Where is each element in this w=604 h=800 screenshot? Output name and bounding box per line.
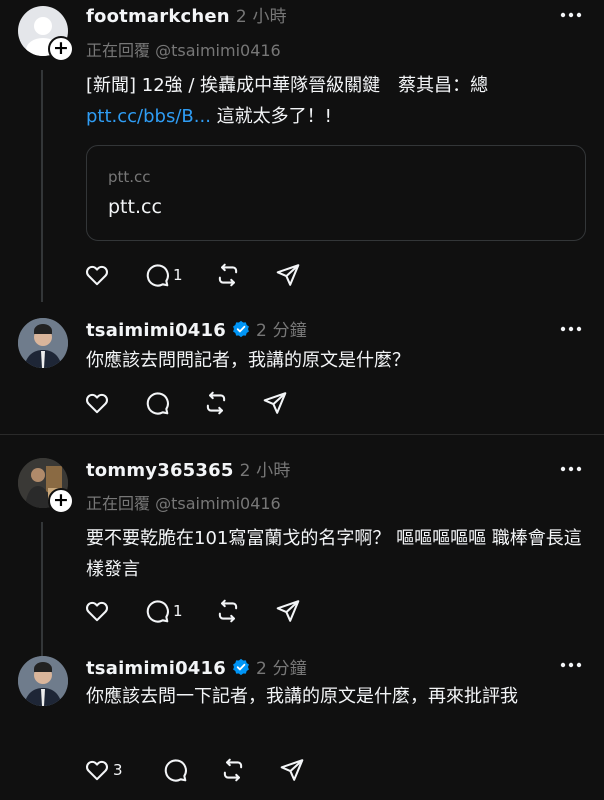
comment-button[interactable]: 1 [144,262,183,288]
repost-button[interactable] [215,262,241,288]
share-icon [276,264,300,286]
heart-icon [86,393,108,414]
post-text: 你應該去問問記者，我講的原文是什麼？ [86,350,410,371]
username[interactable]: tommy365365 2 小時 [86,456,291,481]
share-button[interactable] [275,598,301,624]
comment-button[interactable] [144,390,170,416]
username[interactable]: tsaimimi0416 2 分鐘 [86,654,307,679]
share-button[interactable] [279,757,305,783]
timestamp: 2 小時 [239,461,291,481]
verified-icon [233,658,249,676]
comment-icon [146,600,169,623]
timestamp: 2 小時 [235,7,287,27]
avatar[interactable] [18,656,68,706]
avatar[interactable] [18,318,68,368]
follow-plus-icon[interactable]: + [48,36,74,62]
more-icon[interactable] [560,466,582,472]
username[interactable]: tsaimimi0416 2 分鐘 [86,316,307,341]
thread-line [41,70,43,302]
more-icon[interactable] [560,326,582,332]
share-icon [280,759,304,781]
comment-icon [146,392,169,415]
reply-count: 1 [173,266,183,284]
reply-to-label[interactable]: 正在回覆 @tsaimimi0416 [86,490,281,514]
post-text: 要不要乾脆在101寫富蘭戈的名字啊？ 嘔嘔嘔嘔嘔 職棒會長這樣發言 [86,528,582,580]
heart-icon [86,601,108,622]
repost-icon [206,391,226,415]
repost-button[interactable] [215,598,241,624]
repost-button[interactable] [203,390,229,416]
like-button[interactable] [84,390,110,416]
post-text-rest: 這就太多了！! [210,106,332,127]
share-icon [276,600,300,622]
reply-to-label[interactable]: 正在回覆 @tsaimimi0416 [86,37,281,61]
timestamp: 2 分鐘 [255,659,308,679]
heart-icon [86,760,108,781]
like-button[interactable]: 3 [84,757,123,783]
follow-plus-icon[interactable]: + [48,488,74,514]
repost-icon [218,263,238,287]
comment-button[interactable]: 1 [144,598,183,624]
like-count: 3 [113,761,123,779]
repost-icon [218,599,238,623]
timestamp: 2 分鐘 [255,321,308,341]
more-icon[interactable] [560,12,582,18]
repost-button[interactable] [220,757,246,783]
post-text: 你應該去問一下記者，我講的原文是什麼，再來批評我 [86,686,518,707]
card-domain: ptt.cc [108,168,151,186]
comment-icon [164,759,187,782]
verified-icon [233,320,249,338]
like-button[interactable] [84,262,110,288]
link-preview-card[interactable]: ptt.cc ptt.cc [86,145,586,241]
share-icon [263,392,287,414]
thread-divider [0,434,604,435]
card-title: ptt.cc [108,196,162,218]
post-text-line: [新聞] 12強 / 挨轟成中華隊晉級關鍵 蔡其昌：總 [86,75,489,96]
share-button[interactable] [275,262,301,288]
comment-button[interactable] [162,757,188,783]
post-text: [新聞] 12強 / 挨轟成中華隊晉級關鍵 蔡其昌：總 ptt.cc/bbs/B… [86,70,586,132]
like-button[interactable] [84,598,110,624]
share-button[interactable] [262,390,288,416]
username[interactable]: footmarkchen 2 小時 [86,2,287,27]
post-link[interactable]: ptt.cc/bbs/B... [86,106,211,127]
repost-icon [223,758,243,782]
reply-count: 1 [173,602,183,620]
comment-icon [146,264,169,287]
more-icon[interactable] [560,662,582,668]
heart-icon [86,265,108,286]
